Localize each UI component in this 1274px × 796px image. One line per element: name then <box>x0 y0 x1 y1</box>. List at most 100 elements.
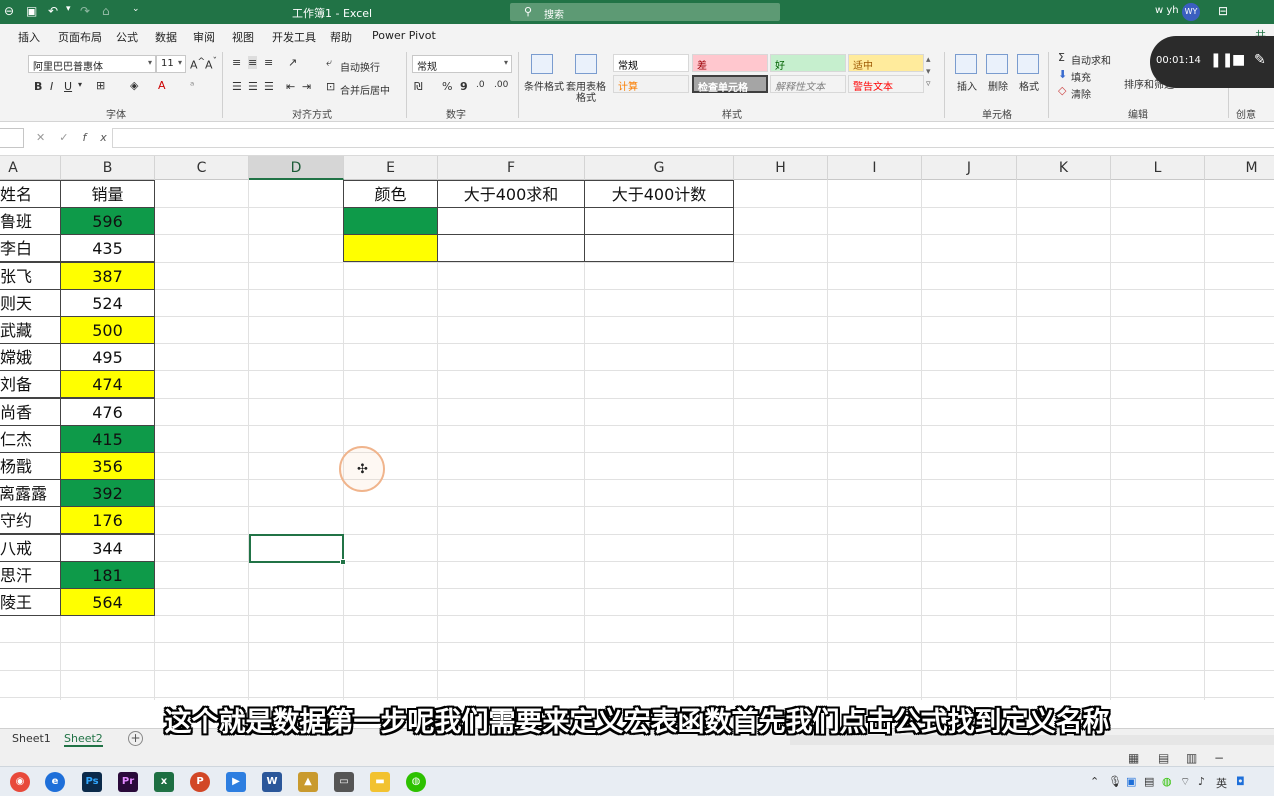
increase-indent-icon[interactable]: ⇥ <box>302 80 311 93</box>
cell-sum-value[interactable] <box>437 207 585 235</box>
wechat-icon[interactable]: ◍ <box>406 772 426 792</box>
tray-app-icon[interactable]: ▤ <box>1144 775 1154 788</box>
comma-icon[interactable]: 9 <box>460 80 468 93</box>
align-right-icon[interactable]: ☰ <box>264 80 274 93</box>
cell-sales[interactable]: 564 <box>60 588 155 616</box>
horizontal-scrollbar[interactable] <box>790 735 1274 745</box>
increase-font-icon[interactable]: A^ <box>190 56 205 72</box>
cell-sales[interactable]: 176 <box>60 506 155 534</box>
cell-style-item[interactable]: 常规 <box>613 54 689 72</box>
delete-cells-button[interactable]: 删除 <box>988 78 1008 93</box>
cell-sales[interactable]: 524 <box>60 289 155 317</box>
orientation-icon[interactable]: ↗ <box>288 56 297 69</box>
tab-view[interactable]: 视图 <box>232 29 254 45</box>
insert-cells-button[interactable]: 插入 <box>957 78 977 93</box>
gallery-scroll-icon[interactable]: ▴ ▾ ▿ <box>926 54 931 90</box>
notification-icon[interactable]: ◘ <box>1236 775 1245 788</box>
search-box[interactable]: ⚲ 搜索 <box>510 3 780 21</box>
tab-developer[interactable]: 开发工具 <box>272 29 316 45</box>
wrap-text-button[interactable]: 自动换行 <box>340 59 380 74</box>
align-bottom-icon[interactable]: ≡ <box>264 56 273 69</box>
excel-taskbar-icon[interactable]: x <box>154 772 174 792</box>
pause-icon[interactable]: ❚❚ <box>1210 52 1233 68</box>
insert-cells-icon[interactable] <box>955 54 977 74</box>
cell-style-item[interactable]: 好 <box>770 54 846 72</box>
zoom-out-icon[interactable]: − <box>1214 751 1224 765</box>
column-header-l[interactable]: L <box>1111 156 1205 180</box>
column-header-g[interactable]: G <box>585 156 734 180</box>
stop-icon[interactable]: ■ <box>1232 52 1245 68</box>
cell-header-sales[interactable]: 销量 <box>60 180 155 208</box>
phonetic-icon[interactable]: ᵃ <box>190 79 194 92</box>
fill-handle[interactable] <box>340 559 346 565</box>
microphone-icon[interactable]: 🎙 <box>1108 775 1122 788</box>
tab-help[interactable]: 帮助 <box>330 29 352 45</box>
cell-style-item[interactable]: 解释性文本 <box>770 75 846 93</box>
cell-name[interactable]: 兰陵王 <box>0 588 61 616</box>
column-header-b[interactable]: B <box>61 156 155 180</box>
undo-icon[interactable]: ↶ <box>48 4 58 18</box>
cell-style-item[interactable]: 计算 <box>613 75 689 93</box>
column-header-c[interactable]: C <box>155 156 249 180</box>
accounting-icon[interactable]: ₪ <box>414 80 423 93</box>
cell-style-item[interactable]: 适中 <box>848 54 924 72</box>
sheet-tab-sheet2[interactable]: Sheet2 <box>64 732 103 747</box>
cell-color-header[interactable]: 颜色 <box>343 180 438 208</box>
cell-name[interactable]: 孙尚香 <box>0 398 61 426</box>
cell-count-value[interactable] <box>584 207 734 235</box>
cell-sales[interactable]: 181 <box>60 561 155 589</box>
cell-sales[interactable]: 415 <box>60 425 155 453</box>
fill-color-icon[interactable]: ◈ <box>130 79 138 92</box>
tab-review[interactable]: 审阅 <box>193 29 215 45</box>
worksheet-grid[interactable]: ABCDEFGHIJKLM 姓名销量鲁班596李白435张飞387武则天524宫… <box>0 156 1274 700</box>
conditional-format-button[interactable]: 条件格式 <box>524 78 564 93</box>
input-method-icon[interactable]: 英 <box>1216 775 1227 791</box>
tray-wechat-icon[interactable]: ◍ <box>1162 775 1172 788</box>
font-size-select[interactable]: 11 ▾ <box>156 55 186 73</box>
confirm-icon[interactable]: ✓ <box>59 131 82 144</box>
premiere-icon[interactable]: Pr <box>118 772 138 792</box>
autosum-icon[interactable]: Σ <box>1058 51 1065 64</box>
cell-sales[interactable]: 344 <box>60 534 155 562</box>
cell-name[interactable]: 刘备 <box>0 370 61 398</box>
fill-down-icon[interactable]: ⬇ <box>1058 68 1067 81</box>
cell-sales[interactable]: 474 <box>60 370 155 398</box>
cell-sales[interactable]: 596 <box>60 207 155 235</box>
number-format-select[interactable]: 常规 ▾ <box>412 55 512 73</box>
format-painter-icon[interactable]: ⌂ <box>102 4 110 18</box>
column-header-d[interactable]: D <box>249 156 344 180</box>
cell-sum-header[interactable]: 大于400求和 <box>437 180 585 208</box>
cell-sales[interactable]: 495 <box>60 343 155 371</box>
cell-name[interactable]: 狄仁杰 <box>0 425 61 453</box>
cell-name[interactable]: 杨戬 <box>0 452 61 480</box>
align-middle-icon[interactable]: ≡ <box>248 56 258 69</box>
name-box[interactable] <box>0 128 24 148</box>
wifi-icon[interactable]: ⌔ <box>1180 775 1190 789</box>
format-as-table-button[interactable]: 套用表格格式 <box>564 82 608 104</box>
cell-style-item[interactable]: 检查单元格 <box>692 75 768 94</box>
font-color-icon[interactable]: A <box>158 79 166 92</box>
photos-icon[interactable]: ▲ <box>298 772 318 792</box>
terminal-icon[interactable]: ▭ <box>334 772 354 792</box>
cell-name[interactable]: 宫本武藏 <box>0 316 61 344</box>
cell-name[interactable]: 鲁班 <box>0 207 61 235</box>
align-center-icon[interactable]: ☰ <box>248 80 258 93</box>
cancel-icon[interactable]: ✕ <box>36 131 59 144</box>
cell-sum-value[interactable] <box>437 234 585 262</box>
clear-icon[interactable]: ◇ <box>1058 84 1066 97</box>
column-header-f[interactable]: F <box>438 156 585 180</box>
cell-name[interactable]: 武则天 <box>0 289 61 317</box>
column-header-k[interactable]: K <box>1017 156 1111 180</box>
autosum-button[interactable]: 自动求和 <box>1071 52 1111 67</box>
decrease-decimal-icon[interactable]: .00 <box>494 80 508 90</box>
avatar[interactable]: WY <box>1182 3 1200 21</box>
format-cells-icon[interactable] <box>1017 54 1039 74</box>
italic-icon[interactable]: I <box>50 80 53 93</box>
cell-name[interactable]: 张飞 <box>0 262 61 290</box>
format-as-table-icon[interactable] <box>575 54 597 74</box>
page-layout-view-icon[interactable]: ▤ <box>1158 751 1169 765</box>
column-header-i[interactable]: I <box>828 156 922 180</box>
chevron-down-icon[interactable]: ▾ <box>78 80 82 89</box>
powerpoint-icon[interactable]: P <box>190 772 210 792</box>
add-sheet-button[interactable]: + <box>128 731 143 746</box>
